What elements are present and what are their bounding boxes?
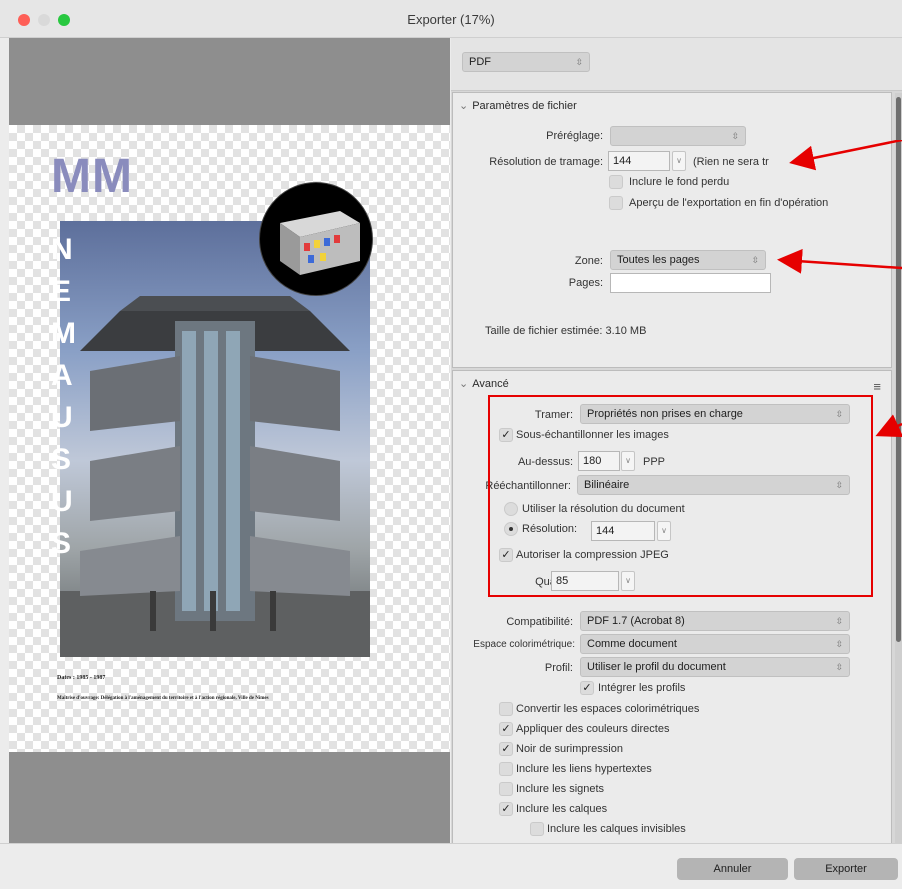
- arrow-1: [789, 140, 902, 171]
- pages-label: Pages:: [568, 277, 603, 289]
- hyperlinks-checkbox[interactable]: [499, 762, 513, 776]
- convert-spaces-label: Convertir les espaces colorimétriques: [516, 703, 700, 715]
- layers-checkbox[interactable]: ✓: [499, 802, 513, 816]
- estimated-size: Taille de fichier estimée: 3.10 MB: [485, 325, 647, 337]
- cancel-button[interactable]: Annuler: [677, 858, 788, 880]
- letter: S: [51, 527, 72, 560]
- zone-select[interactable]: Toutes les pages ⇳: [610, 250, 766, 270]
- colorspace-label: Espace colorimétrique:: [473, 639, 575, 650]
- letter: A: [51, 359, 73, 392]
- building-model-photo: [259, 182, 373, 296]
- arrow-2: [777, 248, 902, 274]
- chevron-down-icon[interactable]: ∨: [672, 151, 686, 171]
- updown-icon: ⇳: [835, 616, 843, 626]
- file-params-header[interactable]: ⌄ Paramètres de fichier: [459, 99, 577, 112]
- hidden-layers-checkbox[interactable]: [530, 822, 544, 836]
- bookmarks-label: Inclure les signets: [516, 783, 605, 795]
- title-bar: Exporter (17%): [0, 0, 902, 38]
- format-row: PDF ⇳: [451, 38, 902, 91]
- spot-colors-checkbox[interactable]: ✓: [499, 722, 513, 736]
- zone-label: Zone:: [574, 255, 603, 267]
- preset-label: Préréglage:: [546, 130, 603, 142]
- raster-resolution-label: Résolution de tramage:: [489, 156, 603, 168]
- compatibility-select[interactable]: PDF 1.7 (Acrobat 8) ⇳: [580, 611, 850, 631]
- updown-icon: ⇳: [731, 131, 739, 141]
- profile-select[interactable]: Utiliser le profil du document ⇳: [580, 657, 850, 677]
- convert-spaces-checkbox[interactable]: [499, 702, 513, 716]
- spot-colors-label: Appliquer des couleurs directes: [516, 723, 670, 735]
- caption-owner: Maîtrise d'ouvrage: Délégation à l'aména…: [57, 696, 269, 701]
- updown-icon: ⇳: [575, 57, 583, 67]
- hyperlinks-label: Inclure les liens hypertextes: [516, 763, 652, 775]
- dialog-footer: Annuler Exporter: [0, 843, 902, 889]
- export-button[interactable]: Exporter: [794, 858, 898, 880]
- letter: S: [51, 443, 72, 476]
- overprint-label: Noir de surimpression: [516, 743, 623, 755]
- layers-label: Inclure les calques: [516, 803, 608, 815]
- updown-icon: ⇳: [835, 639, 843, 649]
- vertical-title: N E M A U S U S: [51, 229, 81, 565]
- chevron-down-icon: ⌄: [459, 378, 469, 390]
- letter: U: [51, 401, 73, 434]
- caption-dates: Dates : 1985 - 1987: [57, 675, 106, 681]
- letter: E: [51, 275, 72, 308]
- mm-logo: MM: [51, 150, 133, 203]
- letter: M: [51, 317, 76, 350]
- profile-label: Profil:: [544, 662, 573, 674]
- updown-icon: ⇳: [835, 662, 843, 672]
- bleed-checkbox[interactable]: [609, 175, 623, 189]
- preset-select[interactable]: ⇳: [610, 126, 746, 146]
- preview-page: MM N E M A U S U S Dates: 1985 - 1987 M…: [9, 125, 450, 752]
- export-dialog: Exporter (17%) MM N E M A U S U S Dates …: [0, 0, 902, 889]
- updown-icon: ⇳: [751, 255, 759, 265]
- advanced-header[interactable]: ⌄ Avancé: [459, 377, 509, 390]
- export-preview: MM N E M A U S U S Dates: 1985 - 1987 M…: [9, 38, 450, 843]
- chevron-down-icon: ⌄: [459, 100, 469, 112]
- bookmarks-checkbox[interactable]: [499, 782, 513, 796]
- bleed-label: Inclure le fond perdu: [629, 176, 730, 188]
- preview-after-export-checkbox[interactable]: [609, 196, 623, 210]
- format-select[interactable]: PDF ⇳: [462, 52, 590, 72]
- embed-profiles-label: Intégrer les profils: [598, 682, 686, 694]
- window-title: Exporter (17%): [407, 12, 495, 27]
- compatibility-label: Compatibilité:: [506, 616, 573, 628]
- letter: U: [51, 485, 73, 518]
- overprint-checkbox[interactable]: ✓: [499, 742, 513, 756]
- pages-input[interactable]: [610, 273, 771, 293]
- colorspace-select[interactable]: Comme document ⇳: [580, 634, 850, 654]
- raster-note: (Rien ne sera tr: [693, 156, 769, 168]
- hidden-layers-label: Inclure les calques invisibles: [547, 823, 686, 835]
- annotation-arrows: [777, 140, 902, 438]
- arrow-3: [875, 414, 902, 438]
- format-value: PDF: [469, 56, 491, 68]
- letter: N: [51, 233, 73, 266]
- raster-resolution-input[interactable]: 144: [608, 151, 670, 171]
- embed-profiles-checkbox[interactable]: ✓: [580, 681, 594, 695]
